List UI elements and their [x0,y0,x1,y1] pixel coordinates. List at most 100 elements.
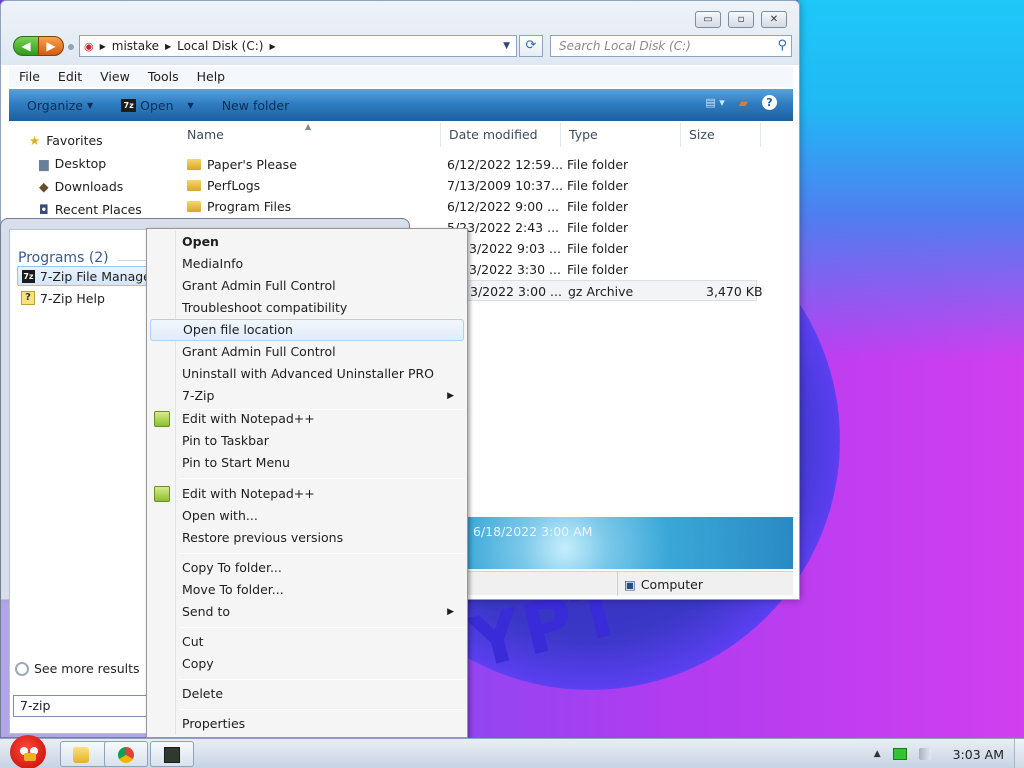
column-header-type[interactable]: Type [561,123,681,147]
menu-item-7zip[interactable]: 7-Zip ▶ [150,385,464,407]
clock[interactable]: 3:03 AM [953,747,1004,762]
program-7zip-help[interactable]: ? 7-Zip Help [17,288,157,308]
drive-icon: ◉ [84,39,94,53]
recent-pages-dropdown[interactable] [68,44,74,50]
bird-beak [24,753,36,761]
nav-recent-places[interactable]: ◘ Recent Places [39,202,142,217]
star-icon: ★ [29,133,41,148]
maximize-button[interactable]: ▫ [728,11,754,28]
file-row[interactable]: Paper's Please 6/12/2022 12:59... File f… [179,154,757,175]
menu-item-copy[interactable]: Copy [150,653,464,675]
menu-view[interactable]: View [100,67,130,87]
menu-separator [179,627,465,628]
menu-item-label: Edit with Notepad++ [182,411,315,426]
menu-tools[interactable]: Tools [148,67,179,87]
open-label: Open [140,97,174,113]
breadcrumb-separator-icon[interactable]: ▶ [165,42,171,51]
terminal-icon [164,747,180,763]
details-date: 6/18/2022 3:00 AM [473,524,593,539]
show-hidden-icons-icon[interactable]: ▲ [874,749,881,759]
breadcrumb-separator-icon[interactable]: ▶ [269,42,275,51]
menu-item-troubleshoot[interactable]: Troubleshoot compatibility [150,297,464,319]
menu-separator [179,553,465,554]
program-label: 7-Zip File Manager [39,268,156,284]
menu-item-edit-notepadpp-2[interactable]: Edit with Notepad++ [150,483,464,505]
menu-item-cut[interactable]: Cut [150,631,464,653]
nav-downloads[interactable]: ◆ Downloads [39,179,123,194]
preview-pane-icon[interactable]: ▰ [739,96,748,110]
breadcrumb-mistake[interactable]: mistake [112,39,159,53]
menu-item-move-to-folder[interactable]: Move To folder... [150,579,464,601]
search-icon[interactable]: ⚲ [777,36,787,56]
refresh-button[interactable]: ⟳ [519,35,543,57]
menu-item-open-file-location[interactable]: Open file location [150,319,464,341]
organize-label: Organize [27,97,83,113]
back-button[interactable]: ◀ [13,36,39,56]
column-header-name[interactable]: Name ▲ [179,122,441,147]
new-folder-button[interactable]: New folder [222,98,290,113]
view-options-icon[interactable]: ▤ ▾ [705,96,724,109]
start-button[interactable] [2,729,54,768]
column-header-date[interactable]: Date modified [441,123,561,147]
column-name-label: Name [187,127,224,142]
program-7zip-file-manager[interactable]: 7z 7-Zip File Manager [17,266,157,286]
minimize-button[interactable]: ▭ [695,11,721,28]
notepadpp-icon [154,486,170,502]
forward-button[interactable]: ▶ [38,36,64,56]
file-type: File folder [567,220,629,235]
menu-edit[interactable]: Edit [58,67,82,87]
menu-item-mediainfo[interactable]: MediaInfo [150,253,464,275]
file-name: Program Files [207,199,292,214]
menu-item-edit-notepadpp[interactable]: Edit with Notepad++ [150,408,464,430]
menu-item-restore-versions[interactable]: Restore previous versions [150,527,464,549]
file-row[interactable]: PerfLogs 7/13/2009 10:37... File folder [179,175,757,196]
submenu-arrow-icon: ▶ [447,607,454,617]
volume-icon[interactable] [918,748,931,760]
breadcrumb-local-disk[interactable]: Local Disk (C:) [177,39,263,53]
show-desktop-button[interactable] [1014,739,1024,768]
menu-item-open[interactable]: Open [150,231,464,253]
nav-desktop[interactable]: ▆ Desktop [39,156,106,171]
close-button[interactable]: ✕ [761,11,787,28]
sort-up-icon: ▲ [305,122,312,131]
file-type: File folder [567,178,629,193]
status-bar: ▣ Computer [467,571,793,596]
taskbar-app-button[interactable] [150,741,194,767]
file-size: 3,470 KB [706,284,763,299]
menu-help[interactable]: Help [197,67,226,87]
navigation-pane: ★ Favorites ▆ Desktop ◆ Downloads ◘ Rece… [9,123,167,223]
menu-item-open-with[interactable]: Open with... [150,505,464,527]
taskbar-chrome-button[interactable] [104,741,148,767]
menu-item-delete[interactable]: Delete [150,683,464,705]
menu-item-uninstall[interactable]: Uninstall with Advanced Uninstaller PRO [150,363,464,385]
file-name: Paper's Please [207,157,297,172]
menu-item-grant-admin-2[interactable]: Grant Admin Full Control [150,341,464,363]
menu-item-send-to[interactable]: Send to ▶ [150,601,464,623]
help-icon[interactable]: ? [762,95,777,110]
see-more-label: See more results [34,661,140,676]
menu-item-pin-start[interactable]: Pin to Start Menu [150,452,464,474]
folder-icon [187,180,201,191]
desktop-background [798,0,1024,360]
angry-bird-start-icon [10,735,46,768]
nav-favorites[interactable]: ★ Favorites [29,133,103,148]
menu-file[interactable]: File [19,67,40,87]
start-search-input[interactable]: 7-zip [13,695,163,717]
menu-item-copy-to-folder[interactable]: Copy To folder... [150,557,464,579]
menu-item-grant-admin[interactable]: Grant Admin Full Control [150,275,464,297]
downloads-icon: ◆ [39,179,49,194]
network-icon[interactable] [892,748,907,760]
address-bar[interactable]: ◉ ▶ mistake ▶ Local Disk (C:) ▶ ▼ [79,35,517,57]
breadcrumb-separator-icon[interactable]: ▶ [100,42,106,51]
column-header-size[interactable]: Size [681,123,761,147]
file-row[interactable]: Program Files 6/12/2022 9:00 ... File fo… [179,196,757,217]
see-more-results-link[interactable]: See more results [15,661,140,676]
menu-item-properties[interactable]: Properties [150,713,464,735]
file-date: 6/12/2022 9:00 ... [447,199,560,214]
address-dropdown-icon[interactable]: ▼ [503,41,510,51]
menu-item-pin-taskbar[interactable]: Pin to Taskbar [150,430,464,452]
search-input[interactable]: Search Local Disk (C:) ⚲ [550,35,792,57]
taskbar: ▲ 3:03 AM [0,735,1024,768]
open-button[interactable]: 7z Open ▼ [121,98,194,113]
organize-button[interactable]: Organize ▼ [27,98,93,113]
